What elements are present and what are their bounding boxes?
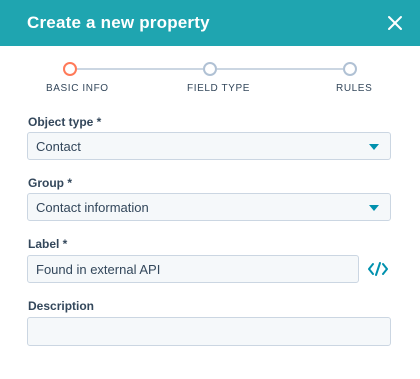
chevron-down-icon (369, 144, 379, 150)
step-connector (217, 68, 343, 70)
object-type-label: Object type * (28, 115, 102, 129)
group-label: Group * (28, 176, 72, 190)
chevron-down-icon (369, 205, 379, 211)
object-type-select[interactable]: Contact (27, 132, 391, 160)
step-basic-info-label: BASIC INFO (46, 83, 109, 94)
description-input[interactable] (27, 317, 391, 346)
modal-header: Create a new property (0, 0, 420, 46)
step-basic-info-dot (63, 62, 77, 76)
step-field-type-dot (203, 62, 217, 76)
object-type-value: Contact (36, 138, 81, 154)
modal-title: Create a new property (27, 13, 210, 32)
progress-stepper: BASIC INFO FIELD TYPE RULES (0, 58, 420, 98)
label-input[interactable]: Found in external API (27, 255, 359, 283)
close-icon[interactable] (384, 12, 406, 34)
description-label: Description (28, 299, 95, 313)
group-value: Contact information (36, 199, 149, 215)
group-select[interactable]: Contact information (27, 193, 391, 221)
step-rules-label: RULES (336, 83, 373, 94)
step-rules-dot (343, 62, 357, 76)
label-input-value: Found in external API (36, 261, 161, 277)
code-icon[interactable] (368, 261, 388, 277)
label-field-label: Label * (28, 237, 68, 251)
step-connector (77, 68, 203, 70)
step-field-type-label: FIELD TYPE (187, 83, 251, 94)
